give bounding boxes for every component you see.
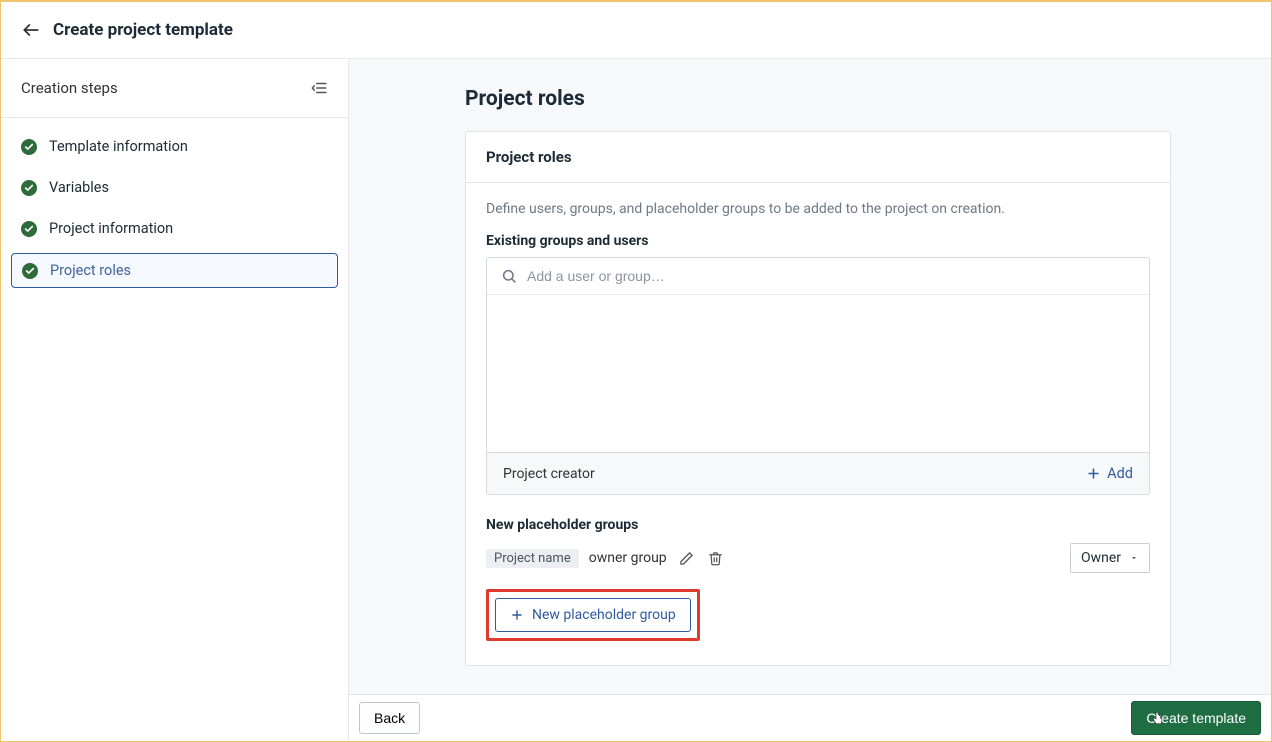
sidebar-title: Creation steps [21, 79, 118, 97]
new-placeholder-label: New placeholder group [532, 607, 676, 623]
step-template-information[interactable]: Template information [11, 130, 338, 163]
back-arrow-icon[interactable] [21, 20, 41, 40]
trash-icon[interactable] [706, 549, 725, 568]
search-icon [501, 268, 517, 284]
placeholder-groups-label: New placeholder groups [486, 517, 1150, 533]
back-button[interactable]: Back [359, 702, 420, 734]
sidebar-header: Creation steps [1, 59, 348, 118]
existing-groups-box [486, 257, 1150, 453]
plus-icon [1086, 466, 1101, 481]
footer-bar: Back Create template [349, 694, 1271, 741]
plus-icon [510, 608, 524, 622]
add-label: Add [1107, 465, 1133, 482]
search-input[interactable] [527, 268, 1135, 284]
group-name: owner group [589, 550, 667, 566]
caret-down-icon [1129, 553, 1139, 563]
role-select[interactable]: Owner [1070, 543, 1150, 573]
page-title: Create project template [53, 20, 233, 40]
placeholder-group-row: Project name owner group [486, 543, 1150, 573]
card-description: Define users, groups, and placeholder gr… [486, 201, 1150, 217]
step-label: Template information [49, 138, 188, 155]
step-label: Project information [49, 220, 173, 237]
search-row[interactable] [487, 258, 1149, 294]
sidebar: Creation steps Template information Vari [1, 59, 349, 741]
new-placeholder-group-button[interactable]: New placeholder group [495, 598, 691, 632]
main-panel: Project roles Project roles Define users… [349, 59, 1271, 741]
card-title: Project roles [466, 132, 1170, 183]
project-roles-card: Project roles Define users, groups, and … [465, 131, 1171, 666]
check-icon [21, 139, 37, 155]
existing-groups-label: Existing groups and users [486, 233, 1150, 249]
page-header: Create project template [1, 2, 1271, 59]
edit-icon[interactable] [677, 549, 696, 568]
check-icon [22, 263, 38, 279]
main-heading: Project roles [465, 87, 1171, 111]
create-template-label: Create template [1146, 710, 1246, 726]
variable-tag: Project name [486, 549, 579, 568]
steps-list: Template information Variables Project i… [1, 118, 348, 300]
highlight-box: New placeholder group [486, 589, 700, 641]
create-template-button[interactable]: Create template [1131, 701, 1261, 735]
step-project-information[interactable]: Project information [11, 212, 338, 245]
check-icon [21, 180, 37, 196]
step-label: Project roles [50, 262, 131, 279]
step-project-roles[interactable]: Project roles [11, 253, 338, 288]
add-button[interactable]: Add [1086, 465, 1133, 482]
project-creator-row: Project creator Add [486, 453, 1150, 495]
role-select-value: Owner [1081, 550, 1121, 566]
step-label: Variables [49, 179, 109, 196]
project-creator-label: Project creator [503, 466, 595, 482]
check-icon [21, 221, 37, 237]
step-variables[interactable]: Variables [11, 171, 338, 204]
collapse-sidebar-icon[interactable] [310, 79, 328, 97]
empty-results-area [487, 294, 1149, 452]
